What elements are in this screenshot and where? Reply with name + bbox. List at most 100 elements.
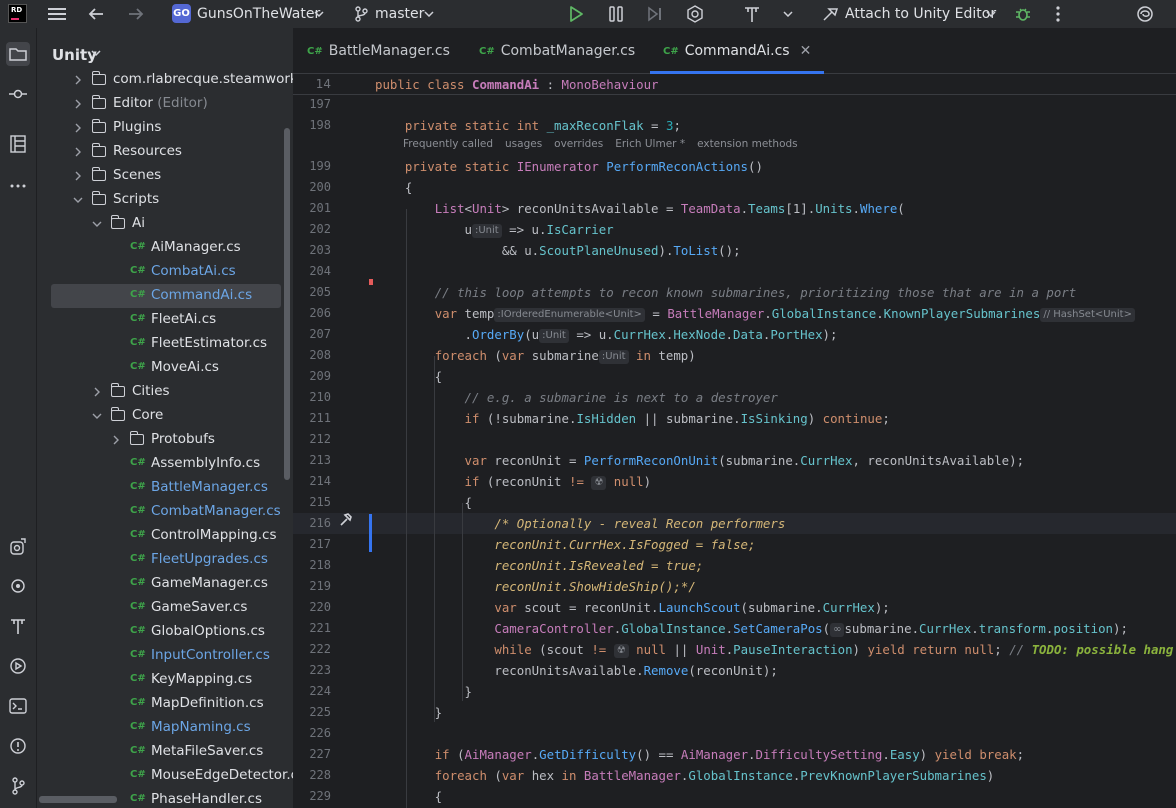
tree-file[interactable]: C# BattleManager.cs xyxy=(37,476,293,500)
chevron-down-icon[interactable] xyxy=(92,410,102,422)
main-menu-icon[interactable] xyxy=(46,3,68,25)
chevron-right-icon[interactable] xyxy=(73,146,83,158)
vcs-change-marker[interactable] xyxy=(369,514,372,552)
project-badge[interactable]: GO xyxy=(172,4,191,23)
tree-folder[interactable]: Resources xyxy=(37,140,293,164)
unity-profiler-icon[interactable] xyxy=(684,3,706,25)
tree-file[interactable]: C# AiManager.cs xyxy=(37,236,293,260)
tree-file[interactable]: C# MoveAi.cs xyxy=(37,356,293,380)
code-line[interactable]: 200 { xyxy=(293,177,1176,198)
chevron-right-icon[interactable] xyxy=(111,434,121,446)
chevron-down-icon[interactable] xyxy=(980,3,1002,25)
tree-folder[interactable]: Ai xyxy=(37,212,293,236)
code-line[interactable]: 203 && u.ScoutPlaneUnused).ToList(); xyxy=(293,240,1176,261)
tree-file[interactable]: C# KeyMapping.cs xyxy=(37,668,293,692)
tree-file[interactable]: C# CombatManager.cs xyxy=(37,500,293,524)
code-line[interactable]: 220 var scout = reconUnit.LaunchScout(su… xyxy=(293,597,1176,618)
chevron-down-icon[interactable] xyxy=(308,3,330,25)
code-line[interactable]: 211 if (!submarine.IsHidden || submarine… xyxy=(293,408,1176,429)
code-line[interactable]: 202 u:Unit => u.IsCarrier xyxy=(293,219,1176,240)
code-line[interactable]: 198 private static int _maxReconFlak = 3… xyxy=(293,115,1176,136)
code-line[interactable]: 218 reconUnit.IsRevealed = true; xyxy=(293,555,1176,576)
code-line[interactable]: 210 // e.g. a submarine is next to a des… xyxy=(293,387,1176,408)
chevron-right-icon[interactable] xyxy=(92,386,102,398)
code-line[interactable]: 228 foreach (var hex in BattleManager.Gl… xyxy=(293,765,1176,786)
code-line[interactable]: 227 if (AiManager.GetDifficulty() == AiM… xyxy=(293,744,1176,765)
chevron-right-icon[interactable] xyxy=(73,122,83,134)
rider-logo[interactable]: RD xyxy=(8,4,27,23)
code-line[interactable]: 224 } xyxy=(293,681,1176,702)
build-icon[interactable] xyxy=(6,614,30,638)
chevron-right-icon[interactable] xyxy=(73,98,83,110)
code-line[interactable]: 204 xyxy=(293,261,1176,282)
tree-file[interactable]: C# MetaFileSaver.cs xyxy=(37,740,293,764)
code-line[interactable]: 222 while (scout != ☢ null || Unit.Pause… xyxy=(293,639,1176,660)
tree-file[interactable]: C# MapNaming.cs xyxy=(37,716,293,740)
code-vision-hints[interactable]: Frequently called usages overrides Erich Ul… xyxy=(403,138,810,156)
tree-file[interactable]: C# CombatAi.cs xyxy=(37,260,293,284)
code-line[interactable]: 223 reconUnitsAvailable.Remove(reconUnit… xyxy=(293,660,1176,681)
terminal-icon[interactable] xyxy=(6,694,30,718)
chevron-right-icon[interactable] xyxy=(73,74,83,86)
chevron-right-icon[interactable] xyxy=(73,170,83,182)
code-line[interactable]: 229 { xyxy=(293,786,1176,807)
pause-icon[interactable] xyxy=(605,3,627,25)
tree-folder[interactable]: Core xyxy=(37,404,293,428)
tree-folder[interactable]: Scenes xyxy=(37,164,293,188)
tree-file[interactable]: C# GameManager.cs xyxy=(37,572,293,596)
more-horizontal-icon[interactable] xyxy=(6,174,30,198)
run-configuration-selector[interactable]: Attach to Unity Editor xyxy=(845,6,996,22)
chevron-down-icon[interactable] xyxy=(777,3,799,25)
more-vertical-icon[interactable] xyxy=(1047,3,1069,25)
vcs-branch-switcher[interactable]: master xyxy=(375,6,424,22)
tree-folder[interactable]: Cities xyxy=(37,380,293,404)
code-line[interactable]: 225 } xyxy=(293,702,1176,723)
tree-folder[interactable]: Scripts xyxy=(37,188,293,212)
project-folder-icon[interactable] xyxy=(6,42,30,66)
code-line[interactable]: 226 xyxy=(293,723,1176,744)
code-line[interactable]: 201 List<Unit> reconUnitsAvailable = Tea… xyxy=(293,198,1176,219)
code-line[interactable]: 205 // this loop attempts to recon known… xyxy=(293,282,1176,303)
code-vision-hint[interactable]: Frequently called xyxy=(403,138,493,150)
code-line[interactable]: 199 private static IEnumerator PerformRe… xyxy=(293,156,1176,177)
ai-assistant-icon[interactable] xyxy=(1134,3,1156,25)
code-editor[interactable]: 197 198 private static int _maxReconFlak … xyxy=(293,74,1176,808)
forward-arrow-icon[interactable] xyxy=(125,3,147,25)
code-line[interactable]: 213 var reconUnit = PerformReconOnUnit(s… xyxy=(293,450,1176,471)
chevron-down-icon[interactable] xyxy=(91,46,101,59)
code-vision-hint[interactable]: Erich Ulmer * xyxy=(615,138,685,150)
tab-commandai[interactable]: C# CommandAi.cs ✕ xyxy=(650,28,825,74)
tree-file[interactable]: C# MouseEdgeDetector.cs xyxy=(37,764,293,788)
code-line[interactable]: 197 xyxy=(293,94,1176,115)
code-line[interactable]: 212 xyxy=(293,429,1176,450)
tree-file[interactable]: C# ControlMapping.cs xyxy=(37,524,293,548)
tree-folder[interactable]: Plugins xyxy=(37,116,293,140)
attach-debugger-icon[interactable] xyxy=(819,3,841,25)
horizontal-scrollbar[interactable] xyxy=(39,796,117,803)
tree-file[interactable]: C# CommandAi.cs xyxy=(51,284,281,308)
tree-file[interactable]: C# FleetUpgrades.cs xyxy=(37,548,293,572)
tree-folder[interactable]: Protobufs xyxy=(37,428,293,452)
back-arrow-icon[interactable] xyxy=(85,3,107,25)
code-line[interactable]: 207 .OrderBy(u:Unit => u.CurrHex.HexNode… xyxy=(293,324,1176,345)
tree-file[interactable]: C# AssemblyInfo.cs xyxy=(37,452,293,476)
build-hammer-icon[interactable] xyxy=(741,3,763,25)
tree-file[interactable]: C# FleetEstimator.cs xyxy=(37,332,293,356)
tree-folder[interactable]: com.rlabrecque.steamworks.n xyxy=(37,68,293,92)
step-icon[interactable] xyxy=(644,3,666,25)
breakpoint-marker[interactable] xyxy=(369,279,373,285)
commit-icon[interactable] xyxy=(6,82,30,106)
tree-file[interactable]: C# InputController.cs xyxy=(37,644,293,668)
run-panel-icon[interactable] xyxy=(6,654,30,678)
sticky-header[interactable]: 14 public class CommandAi : MonoBehaviou… xyxy=(293,74,1176,95)
tree-folder[interactable]: Editor (Editor) xyxy=(37,92,293,116)
git-icon[interactable] xyxy=(6,774,30,798)
problems-icon[interactable] xyxy=(6,734,30,758)
code-vision-hint[interactable]: usages xyxy=(505,138,542,150)
project-switcher[interactable]: GunsOnTheWater xyxy=(197,6,320,22)
hammer-icon[interactable] xyxy=(338,513,352,534)
code-line[interactable]: 208 foreach (var submarine:Unit in temp) xyxy=(293,345,1176,366)
code-line[interactable]: 216 /* Optionally - reveal Recon perform… xyxy=(293,513,1176,534)
debug-bug-icon[interactable] xyxy=(1012,3,1034,25)
code-line[interactable]: 209 { xyxy=(293,366,1176,387)
